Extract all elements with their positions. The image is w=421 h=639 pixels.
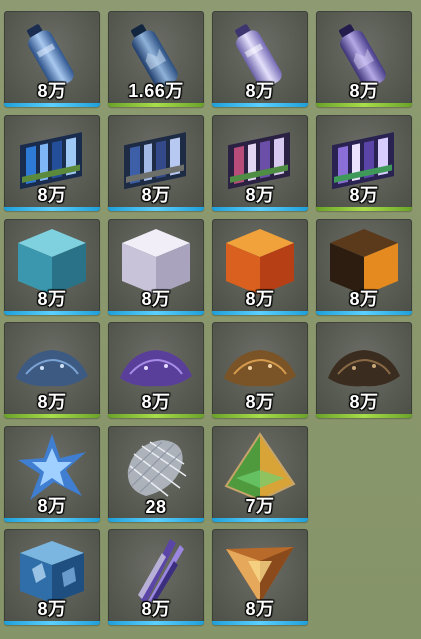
item-quantity: 8万 — [245, 289, 275, 309]
item-quantity: 8万 — [37, 392, 67, 412]
inventory-slot-8[interactable]: 8万 — [316, 115, 412, 211]
rarity-bar — [212, 621, 308, 625]
item-quantity: 8万 — [37, 81, 67, 101]
rarity-bar — [212, 518, 308, 522]
inventory-slot-6[interactable]: 8万 — [108, 115, 204, 211]
rarity-bar — [316, 207, 412, 211]
inventory-slot-15[interactable]: 8万 — [212, 322, 308, 418]
item-quantity: 8万 — [141, 185, 171, 205]
rarity-bar — [108, 414, 204, 418]
rarity-bar — [108, 103, 204, 107]
rarity-bar — [316, 414, 412, 418]
rarity-bar — [212, 311, 308, 315]
inventory-slot-1[interactable]: 8万 — [4, 11, 100, 107]
inventory-slot-2[interactable]: 1.66万 — [108, 11, 204, 107]
inventory-slot-9[interactable]: 8万 — [4, 219, 100, 315]
item-quantity: 8万 — [245, 599, 275, 619]
inventory-slot-7[interactable]: 8万 — [212, 115, 308, 211]
rarity-bar — [212, 207, 308, 211]
inventory-slot-18[interactable]: 28 — [108, 426, 204, 522]
rarity-bar — [4, 621, 100, 625]
item-quantity: 8万 — [245, 81, 275, 101]
item-quantity: 8万 — [349, 185, 379, 205]
inventory-grid: 8万 1.66万 8万 8万 8万 8万 8万 8万 8万 8万 8万 8万 8… — [0, 0, 421, 639]
item-quantity: 8万 — [141, 599, 171, 619]
rarity-bar — [4, 207, 100, 211]
item-quantity: 1.66万 — [128, 81, 184, 101]
rarity-bar — [108, 207, 204, 211]
item-quantity: 28 — [145, 497, 167, 517]
rarity-bar — [108, 518, 204, 522]
rarity-bar — [4, 518, 100, 522]
inventory-slot-21[interactable]: 8万 — [108, 529, 204, 625]
inventory-slot-19[interactable]: 7万 — [212, 426, 308, 522]
inventory-slot-11[interactable]: 8万 — [212, 219, 308, 315]
silver-mesh-fragment-icon — [127, 440, 187, 497]
item-quantity: 8万 — [349, 81, 379, 101]
inventory-slot-22[interactable]: 8万 — [212, 529, 308, 625]
rarity-bar — [212, 103, 308, 107]
rarity-bar — [108, 621, 204, 625]
inventory-slot-13[interactable]: 8万 — [4, 322, 100, 418]
item-quantity: 8万 — [37, 289, 67, 309]
rarity-bar — [108, 311, 204, 315]
rarity-bar — [316, 103, 412, 107]
inventory-slot-3[interactable]: 8万 — [212, 11, 308, 107]
inventory-slot-20[interactable]: 8万 — [4, 529, 100, 625]
inventory-slot-12[interactable]: 8万 — [316, 219, 412, 315]
item-quantity: 8万 — [37, 185, 67, 205]
rarity-bar — [4, 103, 100, 107]
rarity-bar — [316, 311, 412, 315]
item-quantity: 8万 — [141, 289, 171, 309]
item-quantity: 8万 — [245, 392, 275, 412]
inventory-slot-5[interactable]: 8万 — [4, 115, 100, 211]
inventory-slot-14[interactable]: 8万 — [108, 322, 204, 418]
item-quantity: 7万 — [245, 496, 275, 516]
item-quantity: 8万 — [349, 289, 379, 309]
item-quantity: 8万 — [141, 392, 171, 412]
rarity-bar — [212, 414, 308, 418]
item-quantity: 8万 — [37, 496, 67, 516]
rarity-bar — [4, 414, 100, 418]
inventory-slot-16[interactable]: 8万 — [316, 322, 412, 418]
inventory-slot-17[interactable]: 8万 — [4, 426, 100, 522]
inventory-slot-10[interactable]: 8万 — [108, 219, 204, 315]
item-quantity: 8万 — [349, 392, 379, 412]
inventory-slot-4[interactable]: 8万 — [316, 11, 412, 107]
rarity-bar — [4, 311, 100, 315]
item-quantity: 8万 — [37, 599, 67, 619]
item-quantity: 8万 — [245, 185, 275, 205]
